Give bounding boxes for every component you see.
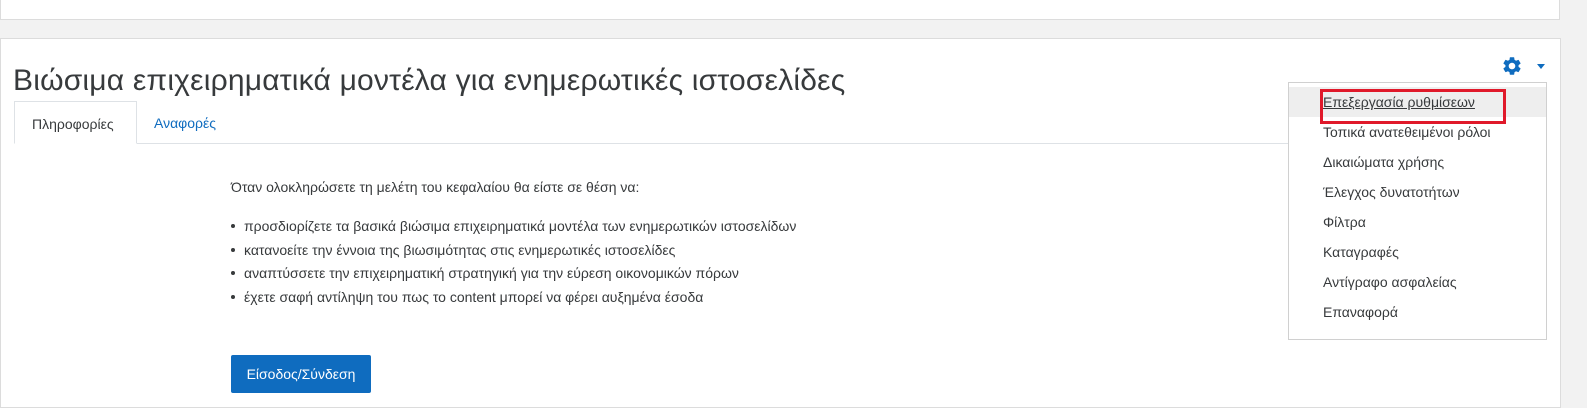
settings-dropdown-menu: Επεξεργασία ρυθμίσεων Τοπικά ανατεθειμέν…	[1288, 82, 1547, 340]
list-item: έχετε σαφή αντίληψη του πως το content μ…	[231, 286, 796, 310]
menu-item-filters[interactable]: Φίλτρα	[1289, 207, 1546, 237]
menu-item-local-roles[interactable]: Τοπικά ανατεθειμένοι ρόλοι	[1289, 117, 1546, 147]
chevron-down-icon[interactable]	[1537, 64, 1545, 69]
summary-list: προσδιορίζετε τα βασικά βιώσιμα επιχειρη…	[231, 215, 796, 309]
summary-intro: Όταν ολοκληρώσετε τη μελέτη του κεφαλαίο…	[231, 179, 640, 195]
menu-item-permissions[interactable]: Δικαιώματα χρήσης	[1289, 147, 1546, 177]
top-card	[0, 0, 1560, 20]
page-title: Βιώσιμα επιχειρηματικά μοντέλα για ενημε…	[13, 64, 846, 97]
list-item: προσδιορίζετε τα βασικά βιώσιμα επιχειρη…	[231, 215, 796, 239]
menu-item-restore[interactable]: Επαναφορά	[1289, 297, 1546, 327]
tab-reports[interactable]: Αναφορές	[137, 101, 233, 143]
menu-item-backup[interactable]: Αντίγραφο ασφαλείας	[1289, 267, 1546, 297]
menu-item-logs[interactable]: Καταγραφές	[1289, 237, 1546, 267]
gear-icon[interactable]	[1501, 55, 1523, 77]
list-item: κατανοείτε την έννοια της βιωσιμότητας σ…	[231, 239, 796, 263]
menu-item-edit-settings[interactable]: Επεξεργασία ρυθμίσεων	[1289, 87, 1546, 117]
menu-item-check-permissions[interactable]: Έλεγχος δυνατοτήτων	[1289, 177, 1546, 207]
course-header-card: Βιώσιμα επιχειρηματικά μοντέλα για ενημε…	[0, 38, 1561, 408]
login-button[interactable]: Είσοδος/Σύνδεση	[231, 355, 371, 393]
list-item: αναπτύσσετε την επιχειρηματική στρατηγικ…	[231, 262, 796, 286]
course-tabs: Πληροφορίες Αναφορές	[14, 101, 1289, 144]
tab-info[interactable]: Πληροφορίες	[14, 101, 137, 144]
